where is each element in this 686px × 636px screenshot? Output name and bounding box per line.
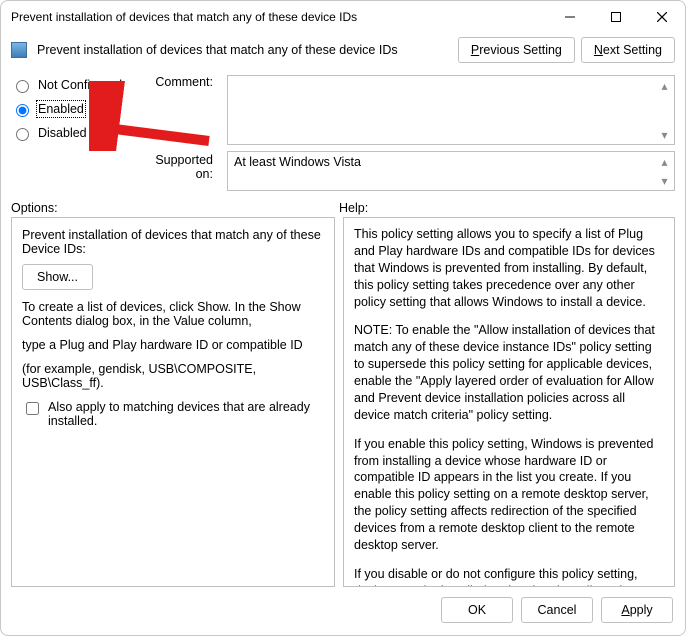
supported-on-box: At least Windows Vista ▴ ▾ [227,151,675,191]
help-p4: If you disable or do not configure this … [354,566,664,587]
help-heading: Help: [339,201,368,215]
comment-textarea[interactable]: ▴ ▾ [227,75,675,145]
options-pane: Prevent installation of devices that mat… [11,217,335,587]
options-desc-1: To create a list of devices, click Show.… [22,300,324,328]
apply-button[interactable]: Apply [601,597,673,623]
also-apply-label: Also apply to matching devices that are … [48,400,324,428]
cancel-button[interactable]: Cancel [521,597,593,623]
maximize-button[interactable] [593,1,639,33]
titlebar: Prevent installation of devices that mat… [1,1,685,33]
scroll-up-icon[interactable]: ▴ [657,154,672,169]
radio-not-configured[interactable]: Not Configured [11,77,130,93]
radio-disabled-input[interactable] [16,128,29,141]
help-p3: If you enable this policy setting, Windo… [354,436,664,554]
config-section: Not Configured Enabled Disabled Comment:… [1,71,685,191]
previous-setting-button[interactable]: Previous Setting [458,37,575,63]
radio-enabled-label: Enabled [38,102,84,116]
radio-disabled-label: Disabled [38,126,87,140]
radio-enabled-input[interactable] [16,104,29,117]
options-desc-2: type a Plug and Play hardware ID or comp… [22,338,324,352]
ok-button[interactable]: OK [441,597,513,623]
next-setting-button[interactable]: Next Setting [581,37,675,63]
header: Prevent installation of devices that mat… [1,33,685,71]
window-title: Prevent installation of devices that mat… [11,10,547,24]
show-button[interactable]: Show... [22,264,93,290]
scroll-up-icon[interactable]: ▴ [657,78,672,93]
scroll-down-icon[interactable]: ▾ [657,127,672,142]
policy-dialog: Prevent installation of devices that mat… [0,0,686,636]
options-desc-3: (for example, gendisk, USB\COMPOSITE, US… [22,362,324,390]
radio-not-configured-input[interactable] [16,80,29,93]
window-controls [547,1,685,33]
help-p2: NOTE: To enable the "Allow installation … [354,322,664,423]
comment-label: Comment: [140,75,213,103]
footer: OK Cancel Apply [1,587,685,635]
options-heading: Options: [11,201,339,215]
minimize-button[interactable] [547,1,593,33]
help-p1: This policy setting allows you to specif… [354,226,664,310]
supported-label: Supported on: [140,153,213,181]
options-heading-text: Prevent installation of devices that mat… [22,228,324,256]
radio-disabled[interactable]: Disabled [11,125,130,141]
also-apply-row[interactable]: Also apply to matching devices that are … [22,400,324,428]
close-button[interactable] [639,1,685,33]
radio-not-configured-label: Not Configured [38,78,122,92]
also-apply-checkbox[interactable] [26,402,39,415]
policy-icon [11,42,27,58]
header-title: Prevent installation of devices that mat… [37,43,448,57]
supported-on-text: At least Windows Vista [234,155,361,169]
radio-enabled[interactable]: Enabled [11,101,130,117]
help-pane[interactable]: This policy setting allows you to specif… [343,217,675,587]
scroll-down-icon[interactable]: ▾ [657,173,672,188]
